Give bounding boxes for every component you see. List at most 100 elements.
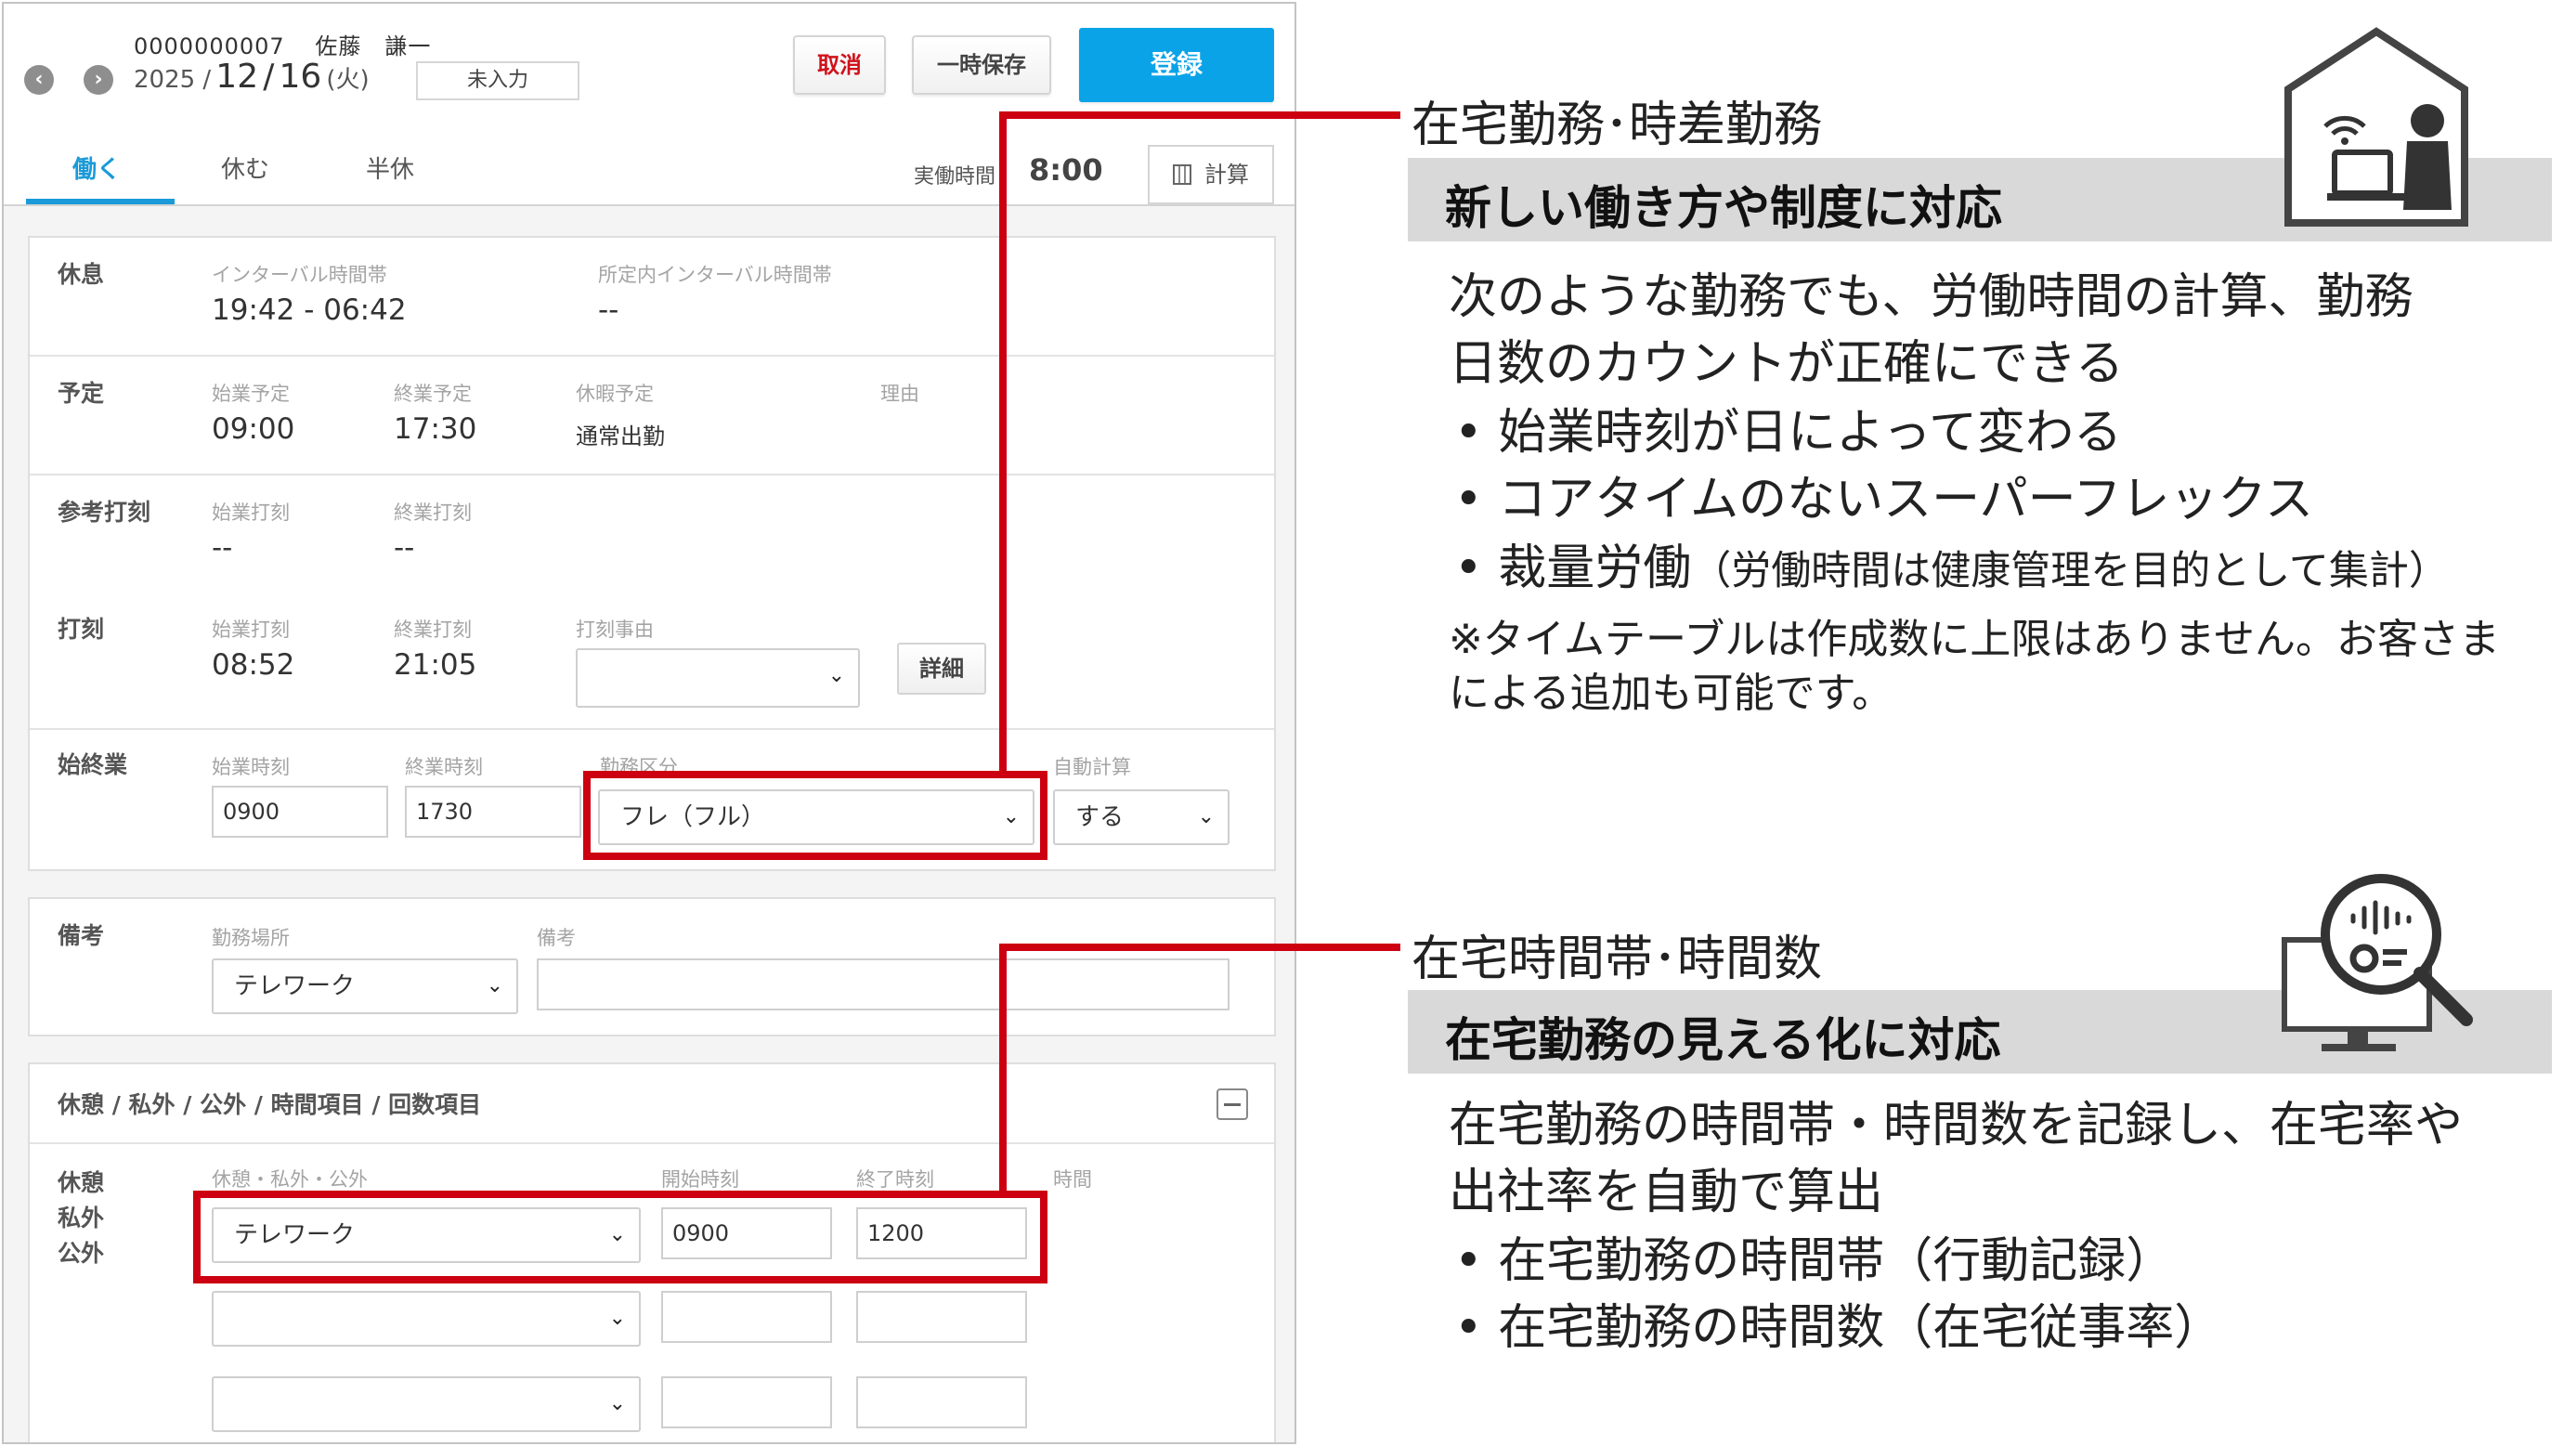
date-year: 2025 / [134,66,212,94]
calc-button[interactable]: 計算 [1148,145,1274,204]
callout1-heading: 新しい働き方や制度に対応 [1445,181,2002,235]
date-slash: / [263,58,275,96]
break-start-input[interactable] [661,1376,832,1428]
bullet-paren: （労働時間は健康管理を目的として集計） [1691,548,2449,594]
auto-calc-select[interactable]: する ⌄ [1053,789,1229,845]
ref-start-stamp-label: 始業打刻 [212,502,290,524]
break-end-input[interactable] [856,1376,1027,1428]
callout1-note: による追加も可能です。 [1449,670,1893,717]
stamp-reason-select[interactable]: ⌄ [576,648,860,708]
interval-value: 19:42 - 06:42 [212,293,407,327]
break-type-select[interactable]: ⌄ [212,1291,641,1347]
divider [30,355,1274,357]
callout1-body-line: 次のような勤務でも、労働時間の計算、勤務 [1449,269,2413,325]
prev-day-icon[interactable]: ‹ [24,65,54,95]
callout2-title: 在宅時間帯･時間数 [1412,931,1823,987]
employee-name: 佐藤 謙一 [315,33,432,59]
note-input[interactable] [537,958,1229,1010]
ref-stamp-label: 参考打刻 [58,499,151,526]
work-place-label: 勤務場所 [212,927,290,949]
timesheet-header: ‹ › 0000000007 佐藤 謙一 2025 / 12 / 16 (火) … [4,4,1295,206]
stamp-reason-label: 打刻事由 [576,619,654,641]
end-stamp-label: 終業打刻 [394,619,472,641]
remarks-label: 備考 [58,922,105,949]
work-period-label: 始終業 [58,751,128,778]
rest-label: 休息 [58,261,105,288]
actual-hours-value: 8:00 [1029,152,1103,188]
note-label: 備考 [537,927,576,949]
save-draft-button[interactable]: 一時保存 [912,35,1051,95]
callout1-bullet: • 裁量労働（労働時間は健康管理を目的として集計） [1454,535,2449,605]
connector-line [999,944,1007,1194]
chevron-down-icon: ⌄ [608,1392,626,1415]
employee-info: 0000000007 佐藤 謙一 [134,28,453,60]
break-start-label: 開始時刻 [661,1168,739,1191]
work-start-label: 始業時刻 [212,756,290,778]
divider [30,474,1274,475]
divider [30,1142,1274,1144]
date-day: 16 [279,58,322,96]
monitor-analytics-icon [2282,874,2473,1051]
home-office-icon [2284,27,2468,227]
employee-id: 0000000007 [134,33,285,59]
cancel-button[interactable]: 取消 [793,35,886,95]
break-row-highlight [193,1191,1047,1283]
callout1-note: ※タイムテーブルは作成数に上限はありません。お客さま [1449,616,2501,663]
work-type-highlight [583,771,1047,860]
break-start-input[interactable] [661,1291,832,1343]
collapse-icon[interactable] [1216,1088,1248,1120]
work-start-input[interactable]: 0900 [212,786,388,838]
chevron-down-icon: ⌄ [827,664,845,687]
divider [30,728,1274,730]
stamp-label: 打刻 [58,616,105,643]
internal-interval-value: -- [598,293,619,327]
leave-plan-value: 通常出勤 [576,423,665,449]
work-place-value: テレワーク [234,972,356,1000]
start-stamp-value: 08:52 [212,648,295,682]
break-row-label: 休憩 [58,1169,105,1196]
callout1-bullet: • コアタイムのないスーパーフレックス [1454,472,2313,528]
end-stamp-value: 21:05 [394,648,477,682]
date-month: 12 [215,58,259,96]
work-place-select[interactable]: テレワーク ⌄ [212,958,518,1014]
connector-line [999,111,1007,775]
callout2-body-line: 在宅勤務の時間帯・時間数を記録し、在宅率や [1449,1098,2464,1153]
calculator-icon [1173,164,1191,185]
scheduled-start-label: 始業予定 [212,383,290,405]
chevron-down-icon: ⌄ [486,974,503,997]
scheduled-start-value: 09:00 [212,412,295,446]
chevron-down-icon: ⌄ [608,1307,626,1330]
current-date: 2025 / 12 / 16 (火) [134,58,370,96]
scheduled-end-label: 終業予定 [394,383,472,405]
public-out-row-label: 公外 [58,1240,105,1267]
register-button[interactable]: 登録 [1079,28,1274,102]
schedule-label: 予定 [58,380,105,407]
reason-label: 理由 [880,383,919,405]
scheduled-end-value: 17:30 [394,412,477,446]
tab-leave[interactable]: 休む [221,150,269,185]
status-badge: 未入力 [416,61,579,100]
leave-plan-label: 休暇予定 [576,383,654,405]
interval-label: インターバル時間帯 [212,264,387,286]
callout1-title: 在宅勤務･時差勤務 [1412,98,1823,153]
next-day-icon[interactable]: › [84,65,113,95]
ref-end-stamp-label: 終業打刻 [394,502,472,524]
bullet-main: • 裁量労働 [1454,541,1692,596]
work-end-input[interactable]: 1730 [405,786,581,838]
auto-calc-label: 自動計算 [1053,756,1131,778]
detail-button[interactable]: 詳細 [897,643,986,695]
tab-half-day[interactable]: 半休 [366,150,414,185]
work-end-label: 終業時刻 [405,756,483,778]
break-time-label: 時間 [1053,1168,1092,1191]
start-stamp-label: 始業打刻 [212,619,290,641]
active-tab-indicator [26,199,175,204]
calc-button-label: 計算 [1204,162,1249,188]
tab-work[interactable]: 働く [72,150,121,185]
break-type-label: 休憩・私外・公外 [212,1168,368,1191]
internal-interval-label: 所定内インターバル時間帯 [598,264,832,286]
breaks-section-title: 休憩 / 私外 / 公外 / 時間項目 / 回数項目 [58,1091,482,1118]
callout2-body-line: 出社率を自動で算出 [1449,1165,1884,1220]
break-type-select[interactable]: ⌄ [212,1376,641,1432]
callout2-bullet: • 在宅勤務の時間帯（行動記録） [1454,1233,2175,1289]
break-end-input[interactable] [856,1291,1027,1343]
